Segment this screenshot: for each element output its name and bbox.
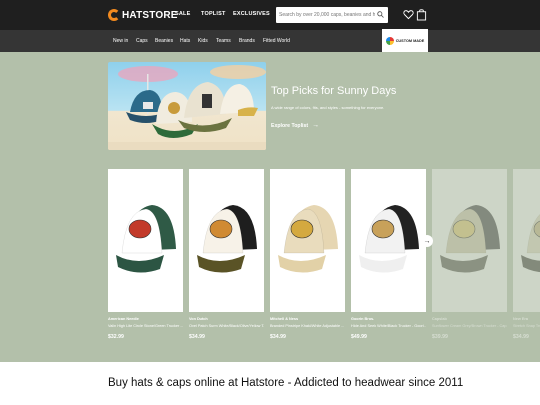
- search-box: [276, 7, 388, 23]
- hatstore-logo[interactable]: HATSTORE: [108, 8, 178, 22]
- hero-image[interactable]: [108, 62, 266, 150]
- subnav-fitted-world[interactable]: Fitted World: [263, 38, 290, 44]
- category-nav: New in Caps Beanies Hats Kids Teams Bran…: [0, 30, 540, 52]
- carousel-next-button[interactable]: →: [421, 235, 433, 247]
- top-bar: HATSTORE SALE TOPLIST EXCLUSIVES: [0, 0, 540, 30]
- hero-description: A wide range of colors, fits, and styles…: [271, 105, 385, 110]
- nav-toplist[interactable]: TOPLIST: [201, 11, 226, 17]
- explore-toplist-link[interactable]: Explore Toplist →: [271, 122, 319, 129]
- cap-image: [270, 169, 345, 312]
- search-icon[interactable]: [377, 11, 384, 18]
- product-image[interactable]: [108, 169, 183, 312]
- subnav-new-in[interactable]: New in: [113, 38, 128, 44]
- nav-sale[interactable]: SALE: [175, 11, 190, 17]
- hero-title: Top Picks for Sunny Days: [271, 85, 397, 97]
- cap-image: [189, 169, 264, 312]
- product-brand[interactable]: New Era: [513, 317, 540, 321]
- product-price: $49.99: [351, 334, 367, 340]
- product-price: $34.99: [513, 334, 529, 340]
- product-name[interactable]: Hide And Seek White/Black Trucker - Goor…: [351, 324, 426, 328]
- arrow-right-icon: →: [423, 237, 431, 245]
- product-brand[interactable]: Von Dutch: [189, 317, 264, 321]
- custom-made-button[interactable]: CUSTOM MADE: [382, 29, 428, 52]
- product-name[interactable]: Valin High Lite Circle Stone/Green Truck…: [108, 324, 183, 328]
- cap-image: [513, 169, 540, 312]
- product-image[interactable]: [189, 169, 264, 312]
- arrow-right-icon: →: [312, 122, 320, 129]
- product-price: $39.99: [432, 334, 448, 340]
- custom-made-label: CUSTOM MADE: [395, 38, 425, 43]
- product-card[interactable]: American Needle Valin High Lite Circle St…: [108, 169, 183, 340]
- logo-text: HATSTORE: [122, 9, 178, 21]
- product-brand[interactable]: Goorin Bros.: [351, 317, 426, 321]
- product-brand[interactable]: American Needle: [108, 317, 183, 321]
- logo-mark-icon: [108, 9, 120, 21]
- subnav-teams[interactable]: Teams: [216, 38, 231, 44]
- product-card[interactable]: Capslab Sunflower Cream Grey/Brown Trucke…: [432, 169, 507, 340]
- product-brand[interactable]: Mitchell & Ness: [270, 317, 345, 321]
- heart-icon[interactable]: [403, 8, 414, 21]
- product-name[interactable]: Sunflower Cream Grey/Brown Trucker - Cap…: [432, 324, 507, 328]
- featured-section: Top Picks for Sunny Days A wide range of…: [0, 52, 540, 362]
- cap-image: [108, 169, 183, 312]
- product-name[interactable]: Stretch Snap Trucker...: [513, 324, 540, 328]
- shopping-bag-icon[interactable]: [416, 8, 427, 21]
- product-image[interactable]: [513, 169, 540, 312]
- product-image[interactable]: [432, 169, 507, 312]
- product-card[interactable]: Von Dutch Ovel Patch Surm White/Black/Oli…: [189, 169, 264, 340]
- product-price: $34.99: [270, 334, 286, 340]
- product-image[interactable]: [270, 169, 345, 312]
- nav-exclusives[interactable]: EXCLUSIVES: [233, 11, 270, 17]
- subnav-brands[interactable]: Brands: [239, 38, 255, 44]
- product-name[interactable]: Branded Pinstripe Khaki/White Adjustable…: [270, 324, 345, 328]
- product-card[interactable]: New Era Stretch Snap Trucker... $34.99: [513, 169, 540, 340]
- color-wheel-icon: [385, 36, 394, 45]
- hero-caps-illustration: [108, 65, 266, 150]
- product-image[interactable]: [351, 169, 426, 312]
- explore-toplist-label: Explore Toplist: [271, 122, 309, 129]
- product-price: $34.99: [189, 334, 205, 340]
- product-card[interactable]: Mitchell & Ness Branded Pinstripe Khaki/W…: [270, 169, 345, 340]
- subnav-hats[interactable]: Hats: [180, 38, 190, 44]
- subnav-beanies[interactable]: Beanies: [155, 38, 173, 44]
- search-input[interactable]: [279, 7, 375, 23]
- page-tagline: Buy hats & caps online at Hatstore - Add…: [108, 377, 464, 389]
- product-name[interactable]: Ovel Patch Surm White/Black/Olive/Yellow…: [189, 324, 264, 328]
- product-brand[interactable]: Capslab: [432, 317, 507, 321]
- cap-image: [351, 169, 426, 312]
- product-card[interactable]: Goorin Bros. Hide And Seek White/Black Tr…: [351, 169, 426, 340]
- subnav-kids[interactable]: Kids: [198, 38, 208, 44]
- product-price: $32.99: [108, 334, 124, 340]
- subnav-caps[interactable]: Caps: [136, 38, 148, 44]
- cap-image: [432, 169, 507, 312]
